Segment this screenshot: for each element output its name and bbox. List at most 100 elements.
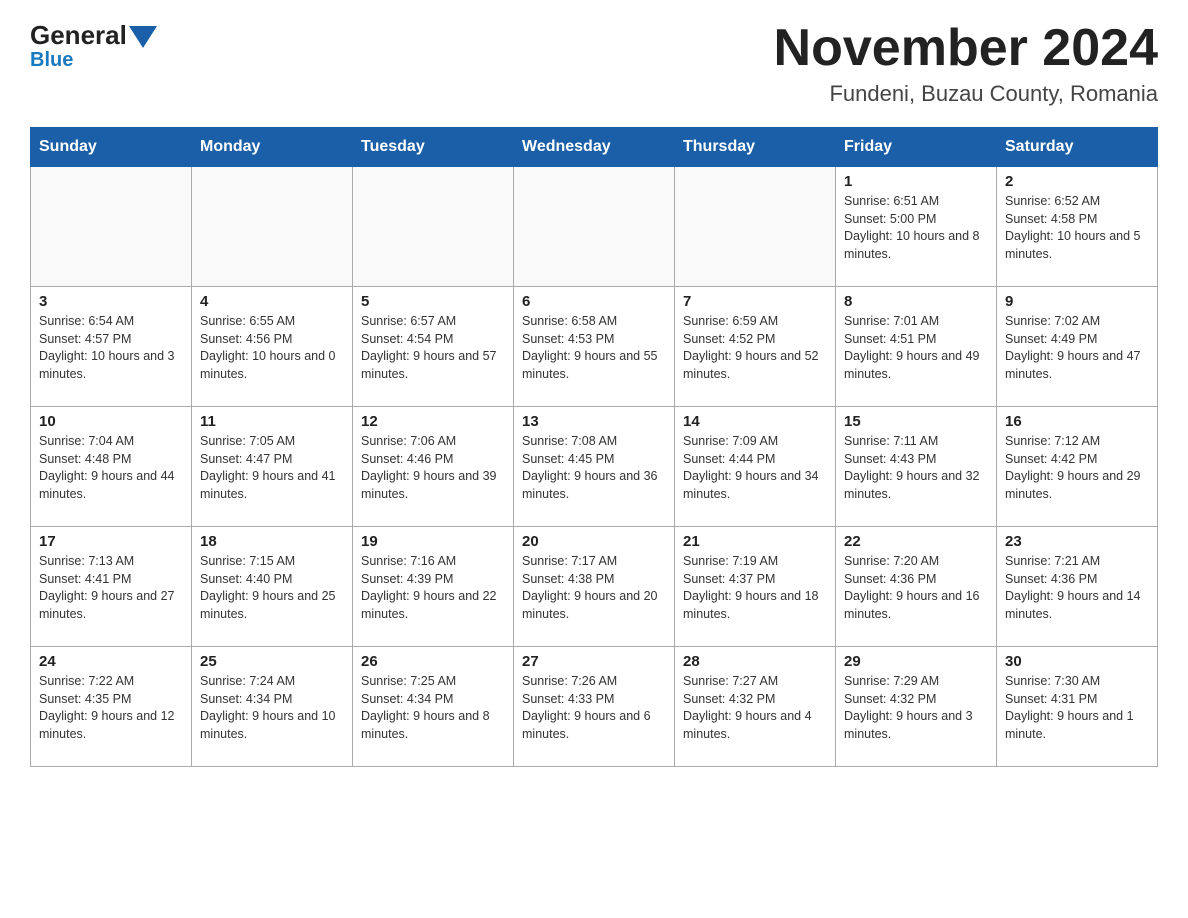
- day-info: Sunrise: 6:55 AMSunset: 4:56 PMDaylight:…: [200, 313, 344, 383]
- table-row: [675, 167, 836, 287]
- day-info: Sunrise: 7:30 AMSunset: 4:31 PMDaylight:…: [1005, 673, 1149, 743]
- day-number: 24: [39, 653, 183, 670]
- table-row: 19Sunrise: 7:16 AMSunset: 4:39 PMDayligh…: [353, 527, 514, 647]
- day-info: Sunrise: 7:06 AMSunset: 4:46 PMDaylight:…: [361, 433, 505, 503]
- day-number: 25: [200, 653, 344, 670]
- day-info: Sunrise: 7:04 AMSunset: 4:48 PMDaylight:…: [39, 433, 183, 503]
- table-row: 2 Sunrise: 6:52 AMSunset: 4:58 PMDaylight…: [997, 167, 1158, 287]
- day-number: 14: [683, 413, 827, 430]
- table-row: 10 Sunrise: 7:04 AMSunset: 4:48 PMDayligh…: [31, 407, 192, 527]
- table-row: 22Sunrise: 7:20 AMSunset: 4:36 PMDayligh…: [836, 527, 997, 647]
- table-row: 28Sunrise: 7:27 AMSunset: 4:32 PMDayligh…: [675, 647, 836, 767]
- day-number: 12: [361, 413, 505, 430]
- table-row: 9 Sunrise: 7:02 AMSunset: 4:49 PMDaylight…: [997, 287, 1158, 407]
- day-number: 27: [522, 653, 666, 670]
- table-row: 25 Sunrise: 7:24 AMSunset: 4:34 PMDayligh…: [192, 647, 353, 767]
- day-number: 21: [683, 533, 827, 550]
- day-number: 16: [1005, 413, 1149, 430]
- day-number: 6: [522, 293, 666, 310]
- day-info: Sunrise: 7:11 AMSunset: 4:43 PMDaylight:…: [844, 433, 988, 503]
- table-row: [514, 167, 675, 287]
- day-number: 30: [1005, 653, 1149, 670]
- calendar-week-row: 1 Sunrise: 6:51 AMSunset: 5:00 PMDaylight…: [31, 167, 1158, 287]
- location-title: Fundeni, Buzau County, Romania: [774, 81, 1158, 107]
- day-info: Sunrise: 6:52 AMSunset: 4:58 PMDaylight:…: [1005, 193, 1149, 263]
- table-row: 14 Sunrise: 7:09 AMSunset: 4:44 PMDayligh…: [675, 407, 836, 527]
- day-number: 26: [361, 653, 505, 670]
- col-friday: Friday: [836, 128, 997, 167]
- day-info: Sunrise: 7:13 AMSunset: 4:41 PMDaylight:…: [39, 553, 183, 623]
- table-row: 27Sunrise: 7:26 AMSunset: 4:33 PMDayligh…: [514, 647, 675, 767]
- table-row: 21 Sunrise: 7:19 AMSunset: 4:37 PMDayligh…: [675, 527, 836, 647]
- calendar-week-row: 24 Sunrise: 7:22 AMSunset: 4:35 PMDayligh…: [31, 647, 1158, 767]
- table-row: 29Sunrise: 7:29 AMSunset: 4:32 PMDayligh…: [836, 647, 997, 767]
- day-number: 1: [844, 173, 988, 190]
- table-row: 23 Sunrise: 7:21 AMSunset: 4:36 PMDayligh…: [997, 527, 1158, 647]
- calendar-week-row: 17 Sunrise: 7:13 AMSunset: 4:41 PMDayligh…: [31, 527, 1158, 647]
- day-info: Sunrise: 7:21 AMSunset: 4:36 PMDaylight:…: [1005, 553, 1149, 623]
- table-row: [353, 167, 514, 287]
- day-number: 7: [683, 293, 827, 310]
- table-row: 11 Sunrise: 7:05 AMSunset: 4:47 PMDayligh…: [192, 407, 353, 527]
- table-row: 6 Sunrise: 6:58 AMSunset: 4:53 PMDaylight…: [514, 287, 675, 407]
- page-header: General Blue November 2024 Fundeni, Buza…: [30, 20, 1158, 107]
- day-number: 22: [844, 533, 988, 550]
- day-info: Sunrise: 6:51 AMSunset: 5:00 PMDaylight:…: [844, 193, 988, 263]
- day-info: Sunrise: 6:59 AMSunset: 4:52 PMDaylight:…: [683, 313, 827, 383]
- table-row: [31, 167, 192, 287]
- day-number: 17: [39, 533, 183, 550]
- table-row: 1 Sunrise: 6:51 AMSunset: 5:00 PMDaylight…: [836, 167, 997, 287]
- table-row: 12 Sunrise: 7:06 AMSunset: 4:46 PMDayligh…: [353, 407, 514, 527]
- col-tuesday: Tuesday: [353, 128, 514, 167]
- table-row: 8 Sunrise: 7:01 AMSunset: 4:51 PMDaylight…: [836, 287, 997, 407]
- table-row: 17 Sunrise: 7:13 AMSunset: 4:41 PMDayligh…: [31, 527, 192, 647]
- day-number: 11: [200, 413, 344, 430]
- day-info: Sunrise: 7:29 AMSunset: 4:32 PMDaylight:…: [844, 673, 988, 743]
- table-row: 4Sunrise: 6:55 AMSunset: 4:56 PMDaylight…: [192, 287, 353, 407]
- logo-triangle-icon: [129, 26, 157, 48]
- col-wednesday: Wednesday: [514, 128, 675, 167]
- day-number: 10: [39, 413, 183, 430]
- day-number: 5: [361, 293, 505, 310]
- day-info: Sunrise: 7:08 AMSunset: 4:45 PMDaylight:…: [522, 433, 666, 503]
- col-saturday: Saturday: [997, 128, 1158, 167]
- table-row: 26 Sunrise: 7:25 AMSunset: 4:34 PMDayligh…: [353, 647, 514, 767]
- day-info: Sunrise: 7:25 AMSunset: 4:34 PMDaylight:…: [361, 673, 505, 743]
- day-info: Sunrise: 6:54 AMSunset: 4:57 PMDaylight:…: [39, 313, 183, 383]
- table-row: 24 Sunrise: 7:22 AMSunset: 4:35 PMDayligh…: [31, 647, 192, 767]
- logo: General Blue: [30, 20, 157, 72]
- day-number: 19: [361, 533, 505, 550]
- day-info: Sunrise: 7:27 AMSunset: 4:32 PMDaylight:…: [683, 673, 827, 743]
- logo-general-text: General: [30, 20, 127, 51]
- table-row: 15 Sunrise: 7:11 AMSunset: 4:43 PMDayligh…: [836, 407, 997, 527]
- day-info: Sunrise: 7:05 AMSunset: 4:47 PMDaylight:…: [200, 433, 344, 503]
- day-info: Sunrise: 6:58 AMSunset: 4:53 PMDaylight:…: [522, 313, 666, 383]
- table-row: 7 Sunrise: 6:59 AMSunset: 4:52 PMDaylight…: [675, 287, 836, 407]
- day-info: Sunrise: 7:15 AMSunset: 4:40 PMDaylight:…: [200, 553, 344, 623]
- day-info: Sunrise: 7:22 AMSunset: 4:35 PMDaylight:…: [39, 673, 183, 743]
- calendar-table: Sunday Monday Tuesday Wednesday Thursday…: [30, 127, 1158, 767]
- day-number: 13: [522, 413, 666, 430]
- day-info: Sunrise: 7:19 AMSunset: 4:37 PMDaylight:…: [683, 553, 827, 623]
- day-number: 2: [1005, 173, 1149, 190]
- month-title: November 2024: [774, 20, 1158, 77]
- col-thursday: Thursday: [675, 128, 836, 167]
- day-number: 9: [1005, 293, 1149, 310]
- day-info: Sunrise: 7:12 AMSunset: 4:42 PMDaylight:…: [1005, 433, 1149, 503]
- day-number: 23: [1005, 533, 1149, 550]
- title-block: November 2024 Fundeni, Buzau County, Rom…: [774, 20, 1158, 107]
- table-row: 20Sunrise: 7:17 AMSunset: 4:38 PMDayligh…: [514, 527, 675, 647]
- table-row: 3Sunrise: 6:54 AMSunset: 4:57 PMDaylight…: [31, 287, 192, 407]
- day-number: 15: [844, 413, 988, 430]
- calendar-week-row: 10 Sunrise: 7:04 AMSunset: 4:48 PMDayligh…: [31, 407, 1158, 527]
- logo-blue-text: Blue: [30, 49, 73, 72]
- col-sunday: Sunday: [31, 128, 192, 167]
- day-number: 18: [200, 533, 344, 550]
- day-info: Sunrise: 7:01 AMSunset: 4:51 PMDaylight:…: [844, 313, 988, 383]
- day-info: Sunrise: 7:24 AMSunset: 4:34 PMDaylight:…: [200, 673, 344, 743]
- day-info: Sunrise: 7:09 AMSunset: 4:44 PMDaylight:…: [683, 433, 827, 503]
- day-number: 8: [844, 293, 988, 310]
- calendar-week-row: 3Sunrise: 6:54 AMSunset: 4:57 PMDaylight…: [31, 287, 1158, 407]
- day-info: Sunrise: 7:02 AMSunset: 4:49 PMDaylight:…: [1005, 313, 1149, 383]
- table-row: [192, 167, 353, 287]
